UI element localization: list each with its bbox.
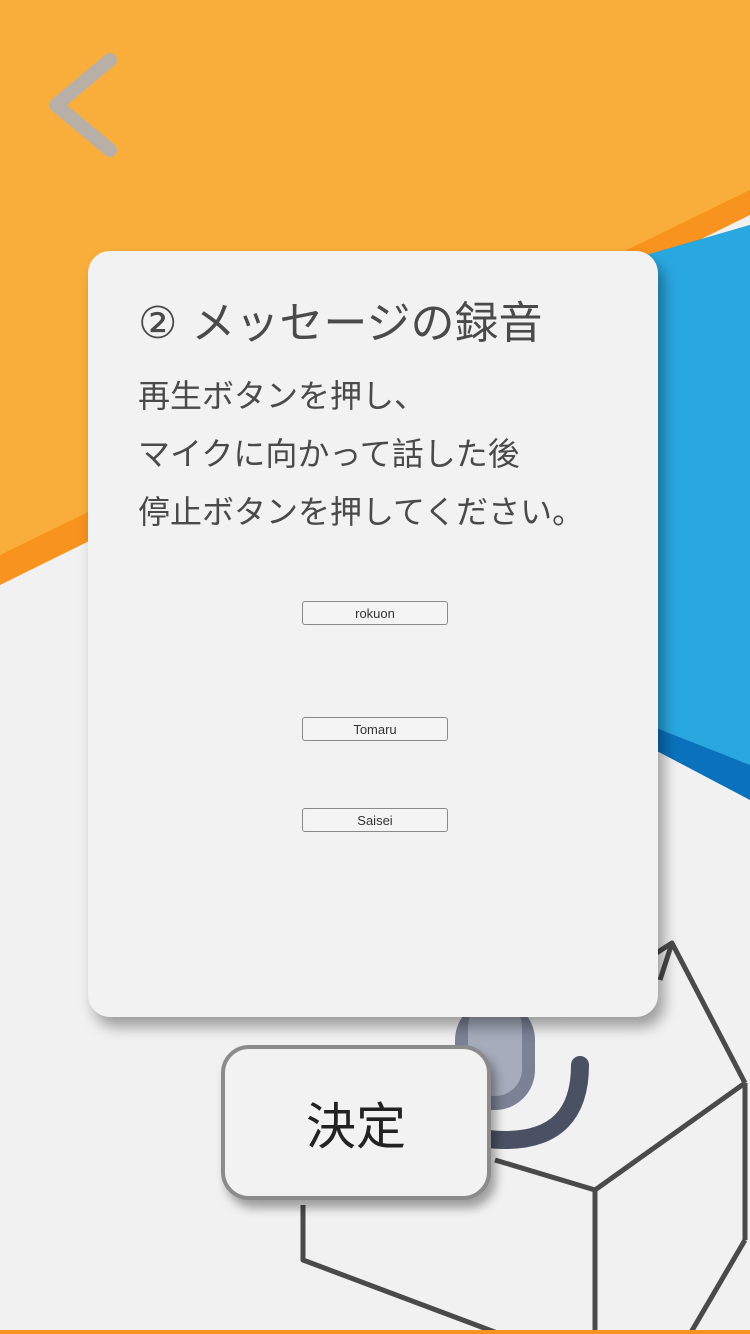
play-button[interactable]: Saisei xyxy=(302,808,448,832)
instruction-line-3: 停止ボタンを押してください。 xyxy=(138,493,585,531)
chevron-left-icon xyxy=(49,53,117,157)
record-button[interactable]: rokuon xyxy=(302,601,448,625)
confirm-button[interactable]: 決定 xyxy=(221,1045,491,1200)
recording-card: ② メッセージの録音 再生ボタンを押し、 マイクに向かって話した後 停止ボタンを… xyxy=(88,251,658,1017)
card-title: ② メッセージの録音 xyxy=(138,298,543,349)
bottom-accent-bar xyxy=(0,1330,750,1334)
stop-button[interactable]: Tomaru xyxy=(302,717,448,741)
instruction-line-1: 再生ボタンを押し、 xyxy=(138,377,427,415)
instruction-line-2: マイクに向かって話した後 xyxy=(138,435,520,473)
back-button[interactable] xyxy=(38,48,128,163)
